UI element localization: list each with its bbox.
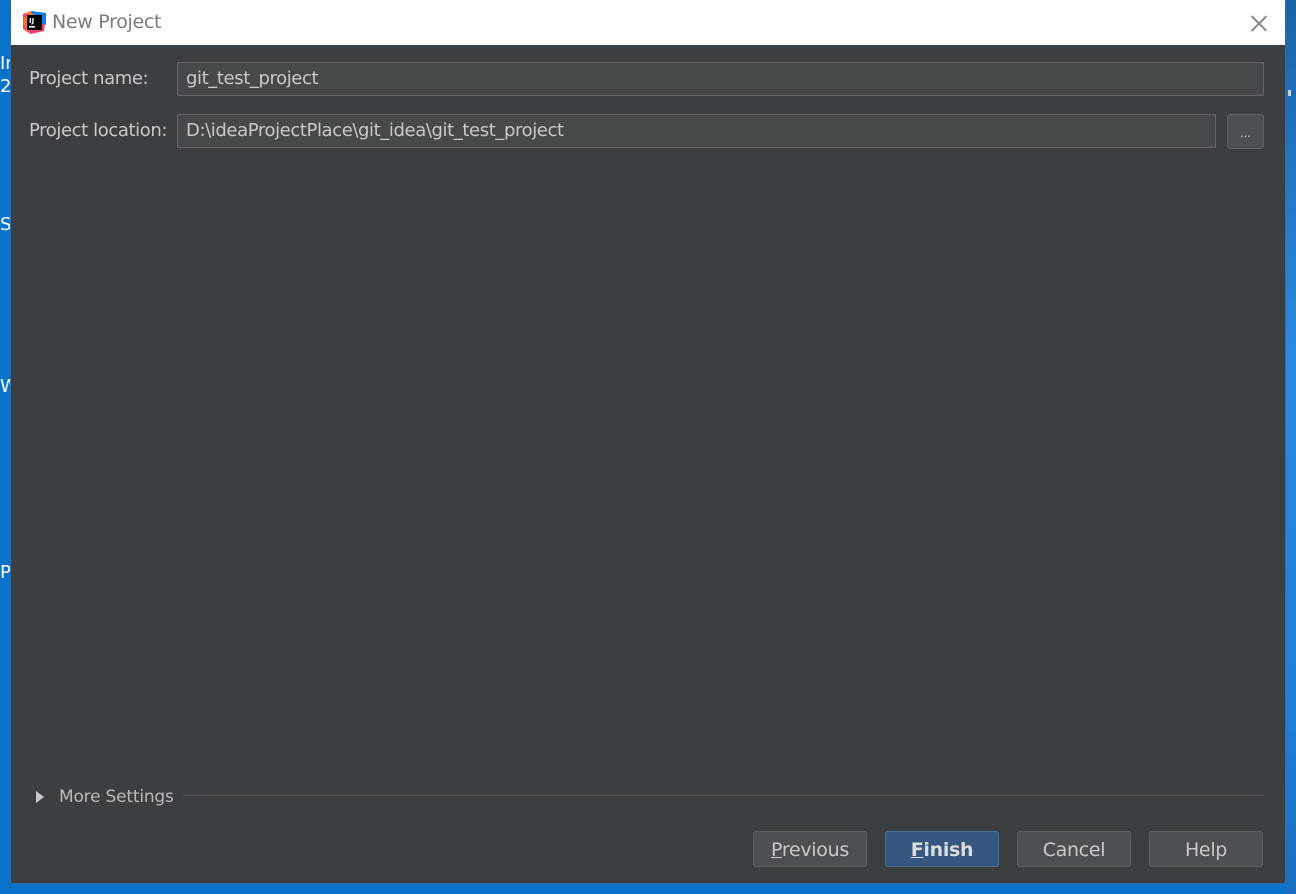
project-name-label: Project name: bbox=[29, 68, 149, 89]
project-name-input[interactable]: git_test_project bbox=[177, 62, 1264, 96]
finish-mnemonic: F bbox=[910, 839, 924, 861]
cancel-button[interactable]: Cancel bbox=[1017, 831, 1131, 867]
previous-mnemonic: P bbox=[771, 839, 782, 861]
background-window-edge bbox=[1285, 0, 1296, 894]
help-button[interactable]: Help bbox=[1149, 831, 1263, 867]
more-settings-label: More Settings bbox=[59, 787, 174, 807]
previous-label: revious bbox=[781, 839, 849, 861]
project-location-label: Project location: bbox=[29, 120, 167, 141]
expand-triangle-icon bbox=[36, 791, 44, 803]
finish-button[interactable]: Finish bbox=[885, 831, 999, 867]
close-icon[interactable] bbox=[1245, 9, 1273, 37]
svg-text:IJ: IJ bbox=[29, 17, 34, 25]
browse-button[interactable]: ... bbox=[1227, 114, 1264, 149]
title-bar[interactable]: IJ New Project bbox=[11, 0, 1285, 45]
more-settings-divider bbox=[183, 795, 1264, 796]
more-settings-toggle[interactable]: More Settings bbox=[36, 786, 174, 808]
intellij-idea-icon: IJ bbox=[23, 11, 46, 34]
previous-button[interactable]: Previous bbox=[753, 831, 867, 867]
project-location-input[interactable]: D:\ideaProjectPlace\git_idea\git_test_pr… bbox=[177, 114, 1216, 148]
dialog-title: New Project bbox=[52, 11, 162, 33]
finish-label: inish bbox=[923, 839, 974, 861]
new-project-dialog: IJ New Project Project name: git_test_pr… bbox=[11, 0, 1285, 883]
background-window-marker bbox=[1288, 90, 1291, 96]
